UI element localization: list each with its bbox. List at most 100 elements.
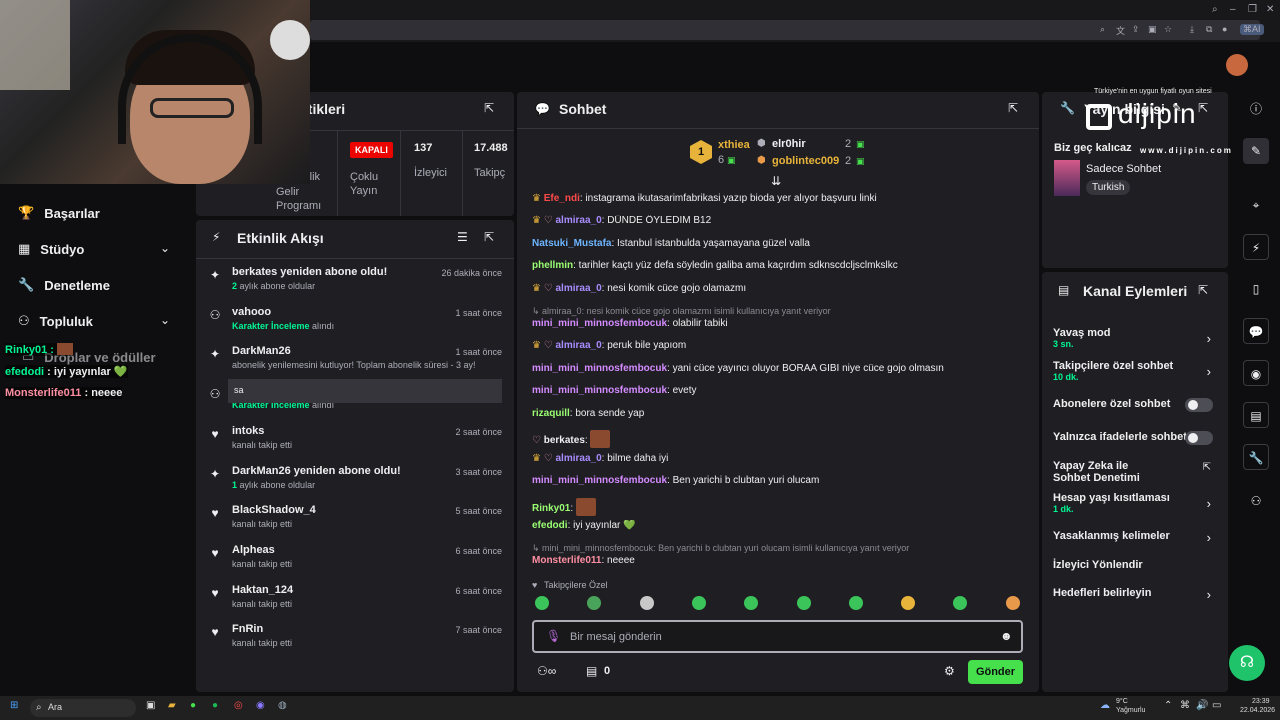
microphone-icon[interactable]: 🎙	[546, 629, 561, 643]
chat-username[interactable]: almiraa_0	[556, 283, 602, 294]
channel-action-row[interactable]: Takipçilere özel sohbet 10 dk. ›	[1053, 360, 1223, 382]
chevron-down-icon[interactable]: ⌄	[160, 241, 170, 255]
category-thumbnail[interactable]	[1054, 160, 1080, 196]
broadcast-icon[interactable]: ◉	[1243, 360, 1269, 386]
emote-icon[interactable]	[796, 596, 811, 610]
popout-icon[interactable]: ⇱	[1198, 283, 1208, 297]
activity-item[interactable]: ♥ FnRin kanalı takip etti 7 saat önce	[208, 623, 506, 657]
emote-icon[interactable]	[639, 596, 654, 610]
channel-action-row[interactable]: Hesap yaşı kısıtlaması 1 dk. ›	[1053, 492, 1223, 514]
chat-username[interactable]: mini_mini_minnosfembocuk	[532, 385, 667, 396]
chevron-right-icon[interactable]: ›	[1207, 496, 1211, 511]
channel-action-row[interactable]: Yasaklanmış kelimeler ›	[1053, 530, 1223, 545]
zoom-icon[interactable]: ⌕	[1100, 24, 1105, 35]
channel-action-row[interactable]: Yalnızca ifadelerle sohbet	[1053, 431, 1223, 445]
chat-username[interactable]: Natsuki_Mustafa	[532, 238, 611, 249]
activity-item[interactable]: ⚇ vahooo Karakter İnceleme alındı 1 saat ön…	[208, 306, 506, 340]
spotify-icon[interactable]: ●	[212, 700, 218, 711]
external-link-icon[interactable]: ⇱	[1203, 462, 1211, 473]
discord-icon[interactable]: ◉	[256, 700, 265, 711]
star-icon[interactable]: ☆	[1164, 24, 1172, 35]
activity-item[interactable]: ♥ BlackShadow_4 kanalı takip etti 5 saat ön…	[208, 504, 506, 538]
close-icon[interactable]: ✕	[1266, 4, 1274, 15]
search-icon[interactable]: ⌕	[1212, 4, 1218, 15]
chat-username[interactable]: efedodi	[532, 520, 568, 531]
chat-input[interactable]: 🎙 Bir mesaj gönderin ☻	[532, 620, 1023, 653]
download-icon[interactable]: ⤓	[1190, 24, 1194, 35]
gift-leaderboard[interactable]: 1 xthiea 6 ▣ ⬢ elr0hir 2 ▣ ⬢ goblintec00…	[690, 136, 890, 172]
emote-icon[interactable]	[744, 596, 759, 610]
volume-icon[interactable]: 🔊	[1196, 700, 1208, 711]
category-name[interactable]: Sadece Sohbet	[1086, 163, 1161, 175]
taskbar-search[interactable]: ⌕ Ara	[30, 699, 136, 717]
chevron-right-icon[interactable]: ›	[1207, 530, 1211, 545]
emote-icon[interactable]	[901, 596, 916, 610]
task-view-icon[interactable]: ▣	[146, 700, 155, 711]
chat-username[interactable]: almiraa_0	[556, 340, 602, 351]
support-headset-button[interactable]: ☊	[1229, 645, 1265, 681]
bookmark-icon[interactable]: ▣	[1148, 24, 1157, 35]
emoji-icon[interactable]: ☻	[1000, 629, 1013, 643]
ai-button[interactable]: ⌘AI	[1240, 24, 1264, 35]
emote-icon[interactable]	[848, 596, 863, 610]
chat-username[interactable]: almiraa_0	[556, 215, 602, 226]
emote-icon[interactable]	[1005, 596, 1020, 610]
lightning-icon[interactable]: ⚡	[1243, 234, 1269, 260]
activity-item[interactable]: ♥ Alpheas kanalı takip etti 6 saat önce	[208, 544, 506, 578]
chat-username[interactable]: berkates	[544, 435, 585, 446]
activity-item[interactable]: ✦ DarkMan26 abonelik yenilemesini kutluyor…	[208, 345, 506, 379]
channel-action-row[interactable]: Yapay Zeka ile Sohbet Denetimi ⇱	[1053, 460, 1223, 484]
document-icon[interactable]: ▯	[1243, 276, 1269, 302]
toggle-switch[interactable]	[1185, 431, 1213, 445]
popout-icon[interactable]: ⇱	[1008, 101, 1018, 115]
chat-username[interactable]: mini_mini_minnosfembocuk	[532, 475, 667, 486]
send-button[interactable]: Gönder	[968, 660, 1023, 684]
activity-item[interactable]: ✦ DarkMan26 yeniden abone oldu! 1 aylık ab…	[208, 465, 506, 499]
translate-icon[interactable]: 文	[1116, 24, 1125, 37]
emote-icon[interactable]	[535, 596, 549, 610]
chat-username[interactable]: mini_mini_minnosfembocuk	[532, 363, 667, 374]
chevron-right-icon[interactable]: ›	[1207, 364, 1211, 379]
tag-pill[interactable]: Turkish	[1086, 180, 1131, 195]
share-icon[interactable]: ⇪	[1132, 24, 1140, 35]
community-icon[interactable]: ⚇∞	[537, 664, 556, 678]
toggle-switch[interactable]	[1185, 398, 1213, 412]
extensions-icon[interactable]: ⧉	[1206, 24, 1212, 35]
chat-username[interactable]: Rinky01	[532, 503, 570, 514]
channel-action-row[interactable]: Yavaş mod 3 sn. ›	[1053, 327, 1223, 349]
emote-icon[interactable]	[691, 596, 706, 610]
store-icon[interactable]: ▤	[586, 664, 597, 678]
chat-username[interactable]: mini_mini_minnosfembocuk	[532, 318, 667, 329]
chat-username[interactable]: Efe_ndi	[544, 193, 580, 204]
profile-icon[interactable]: ●	[1222, 24, 1227, 34]
info-icon[interactable]: ⓘ	[1243, 96, 1269, 122]
activity-item[interactable]: ♥ intoks kanalı takip etti 2 saat önce	[208, 425, 506, 459]
battery-icon[interactable]: ▭	[1212, 700, 1221, 711]
filter-icon[interactable]: ☰	[457, 230, 468, 244]
wrench-icon[interactable]: 🔧	[1243, 444, 1269, 470]
gear-icon[interactable]: ⚙	[944, 664, 955, 678]
popout-icon[interactable]: ⇱	[484, 230, 494, 244]
chat-username[interactable]: rizaquill	[532, 408, 570, 419]
channel-action-row[interactable]: İzleyici Yönlendir	[1053, 559, 1223, 571]
actions-icon[interactable]: ▤	[1243, 402, 1269, 428]
emote-icon[interactable]	[953, 596, 968, 610]
channel-action-row[interactable]: Hedefleri belirleyin ›	[1053, 587, 1223, 602]
windows-start-icon[interactable]: ⊞	[10, 700, 18, 711]
emote-icon[interactable]	[587, 596, 602, 610]
restore-icon[interactable]: ❐	[1248, 4, 1257, 15]
chevron-down-icon[interactable]: ⌄	[160, 313, 170, 327]
avatar[interactable]	[1226, 54, 1248, 76]
app-icon[interactable]: ●	[190, 700, 196, 711]
channel-action-row[interactable]: Abonelere özel sohbet	[1053, 398, 1223, 412]
steam-icon[interactable]: ◍	[278, 700, 287, 711]
chat-icon[interactable]: 💬	[1243, 318, 1269, 344]
tray-icon[interactable]: ⌃	[1164, 700, 1172, 711]
activity-item[interactable]: ♥ Haktan_124 kanalı takip etti 6 saat önce	[208, 584, 506, 618]
browser-icon[interactable]: ◎	[234, 700, 243, 711]
community-icon[interactable]: ⚇	[1243, 488, 1269, 514]
sidebar-item-moderation[interactable]: 🔧 Denetleme	[18, 277, 110, 293]
activity-item[interactable]: ✦ berkates yeniden abone oldu! 2 aylık abo…	[208, 266, 506, 300]
chat-username[interactable]: Monsterlife011	[532, 555, 601, 566]
minimize-icon[interactable]: –	[1230, 4, 1236, 15]
